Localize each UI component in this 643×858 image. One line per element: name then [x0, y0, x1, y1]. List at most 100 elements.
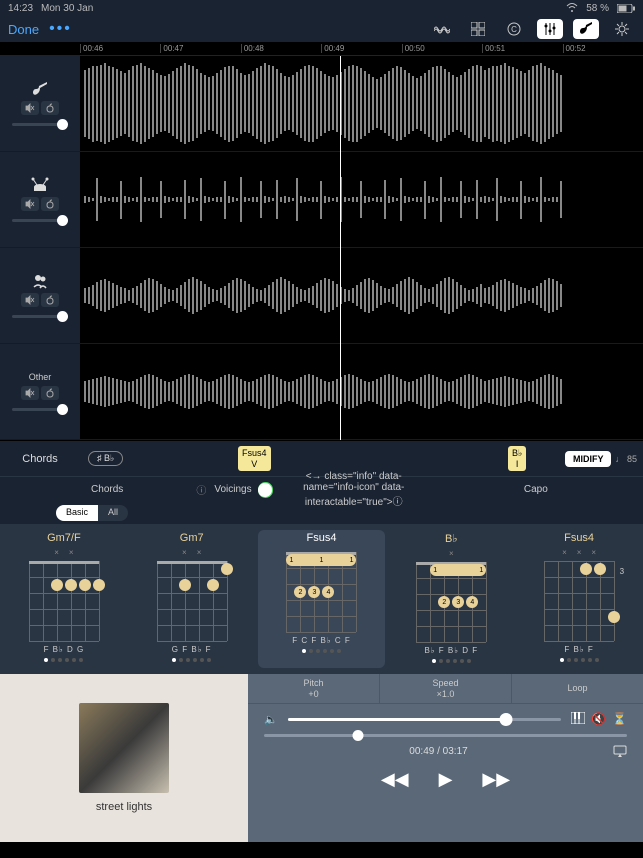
fretboard — [157, 561, 227, 641]
chord-notes: B♭ F B♭ D F — [424, 646, 478, 655]
mute-button[interactable] — [21, 293, 39, 307]
battery-pct: 58 % — [586, 3, 609, 14]
ruler-tick: 00:51 — [482, 44, 562, 53]
midify-button[interactable]: MIDIFY — [565, 451, 612, 467]
mute-button[interactable] — [21, 386, 39, 400]
chord-card[interactable]: Fsus4 111234 F C F B♭ C F — [258, 530, 386, 668]
track-vocals — [0, 248, 643, 344]
chord-card[interactable]: B♭×11234B♭ F B♭ D F — [387, 530, 515, 668]
tab-chords[interactable]: Chords ⓘ — [0, 484, 214, 495]
mute-button[interactable] — [21, 101, 39, 115]
fretboard: 11234 — [416, 562, 486, 642]
volume-slider[interactable] — [12, 315, 68, 318]
fretboard: 3 — [544, 561, 614, 641]
filter-segment[interactable]: Basic All — [56, 505, 128, 521]
ruler-tick: 00:48 — [241, 44, 321, 53]
piano-icon[interactable] — [571, 712, 585, 726]
chord-notes: F B♭ F — [564, 645, 593, 654]
waveform[interactable] — [80, 248, 643, 343]
page-dots[interactable] — [560, 658, 599, 662]
ruler-tick: 00:46 — [80, 44, 160, 53]
chord-badge[interactable]: B♭I — [508, 446, 526, 472]
wifi-icon — [566, 3, 578, 13]
track-label: Other — [29, 372, 52, 382]
volume-slider[interactable] — [12, 123, 68, 126]
chord-card[interactable]: Gm7××G F B♭ F — [128, 530, 256, 668]
solo-button[interactable] — [41, 293, 59, 307]
volume-slider[interactable] — [12, 408, 68, 411]
view-tabs: Chords ⓘ Voicings <→ class="info" data-n… — [0, 476, 643, 502]
loop-tab[interactable]: Loop — [512, 674, 643, 703]
key-chip[interactable]: ♯ B♭ — [88, 451, 123, 466]
player: Pitch+0 Speed×1.0 Loop 🔈 🔇 ⏳ — [248, 674, 643, 842]
page-dots[interactable] — [432, 659, 471, 663]
guitar-icon — [30, 81, 50, 97]
status-date: Mon 30 Jan — [41, 3, 93, 14]
chord-name: Fsus4 — [307, 532, 337, 544]
chord-card[interactable]: Fsus4 ××× 3 F B♭ F — [515, 530, 643, 668]
tempo-indicator[interactable]: ♩ 85 — [615, 454, 637, 464]
drums-icon — [30, 177, 50, 193]
forward-button[interactable]: ▶▶ — [482, 769, 510, 790]
segment-all[interactable]: All — [98, 505, 128, 521]
segment-basic[interactable]: Basic — [56, 505, 98, 521]
album-section: street lights — [0, 674, 248, 842]
ruler-tick: 00:50 — [402, 44, 482, 53]
volume-icon: 🔈 — [264, 713, 278, 726]
page-dots[interactable] — [44, 658, 83, 662]
page-dots[interactable] — [302, 649, 341, 653]
ruler-tick: 00:47 — [160, 44, 240, 53]
waveform-icon[interactable] — [429, 19, 455, 39]
chord-card[interactable]: Gm7/F××F B♭ D G — [0, 530, 128, 668]
grid-icon[interactable] — [465, 19, 491, 39]
album-art[interactable] — [79, 703, 169, 793]
toolbar: Done ••• C — [0, 16, 643, 42]
fret-markers: × — [449, 549, 454, 558]
tab-voicings[interactable]: Voicings <→ class="info" data-name="info… — [214, 471, 428, 508]
battery-icon — [617, 4, 635, 13]
solo-button[interactable] — [41, 197, 59, 211]
gear-icon[interactable] — [609, 19, 635, 39]
fretboard — [29, 561, 99, 641]
chord-badge[interactable]: Fsus4V — [238, 446, 271, 472]
track-drums — [0, 152, 643, 248]
chord-notes: F C F B♭ C F — [292, 636, 350, 645]
speed-tab[interactable]: Speed×1.0 — [380, 674, 512, 703]
fretboard: 111234 — [286, 552, 356, 632]
ruler-tick: 00:52 — [563, 44, 643, 53]
copyright-icon[interactable]: C — [501, 19, 527, 39]
solo-button[interactable] — [41, 101, 59, 115]
chord-name: Fsus4 — [564, 532, 594, 544]
waveform[interactable] — [80, 344, 643, 439]
mute-button[interactable] — [21, 197, 39, 211]
waveform[interactable] — [80, 56, 643, 151]
info-icon[interactable]: ⓘ — [196, 482, 206, 497]
tab-capo[interactable]: Capo — [429, 484, 643, 495]
voicings-toggle[interactable] — [258, 482, 273, 498]
ruler-tick: 00:49 — [321, 44, 401, 53]
progress-slider[interactable] — [264, 734, 627, 737]
solo-button[interactable] — [41, 386, 59, 400]
track-other: Other — [0, 344, 643, 440]
playhead[interactable] — [340, 56, 341, 440]
hourglass-icon[interactable]: ⏳ — [612, 712, 627, 726]
track-header: Other — [0, 344, 80, 439]
pitch-tab[interactable]: Pitch+0 — [248, 674, 380, 703]
done-button[interactable]: Done — [8, 22, 39, 37]
waveform[interactable] — [80, 152, 643, 247]
page-dots[interactable] — [172, 658, 211, 662]
mute-all-icon[interactable]: 🔇 — [591, 712, 606, 726]
time-ruler[interactable]: 00:46 00:47 00:48 00:49 00:50 00:51 00:5… — [0, 42, 643, 56]
volume-slider[interactable] — [12, 219, 68, 222]
airplay-icon[interactable] — [613, 745, 627, 757]
chord-notes: F B♭ D G — [44, 645, 85, 654]
fret-markers: ××× — [562, 548, 596, 557]
play-button[interactable]: ▶ — [439, 769, 453, 790]
status-time: 14:23 — [8, 3, 33, 14]
mixer-icon[interactable] — [537, 19, 563, 39]
rewind-button[interactable]: ◀◀ — [381, 769, 409, 790]
more-button[interactable]: ••• — [49, 20, 72, 38]
vocals-icon — [30, 273, 50, 289]
volume-slider[interactable] — [288, 718, 561, 721]
guitar-mode-icon[interactable] — [573, 19, 599, 39]
